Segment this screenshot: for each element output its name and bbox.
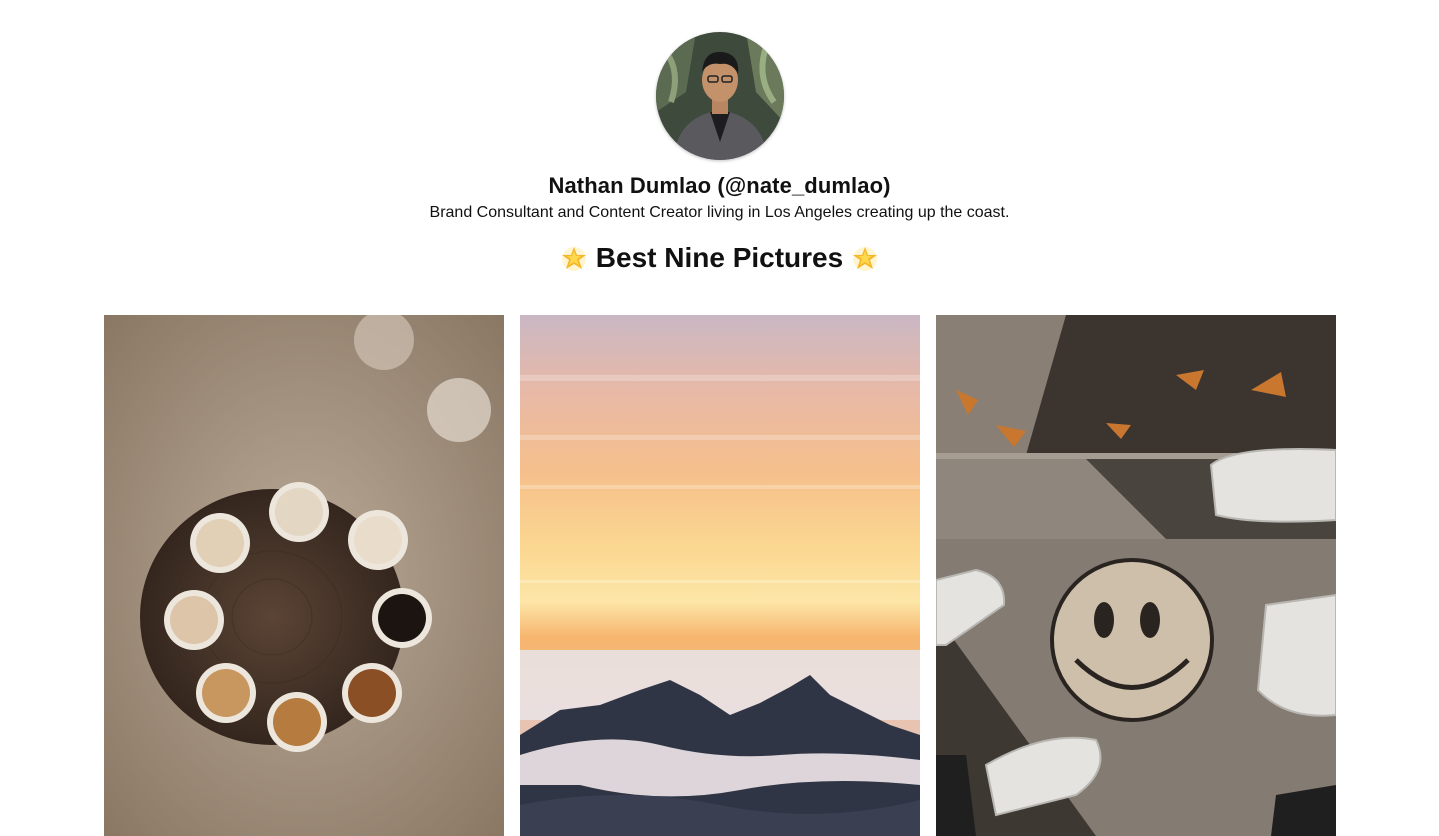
glowing-star-icon	[560, 244, 588, 272]
photo-tile-sunset[interactable]	[520, 315, 920, 836]
photo-sunset-mountains	[520, 315, 920, 836]
glowing-star-icon	[851, 244, 879, 272]
avatar[interactable]	[655, 32, 784, 160]
page: Nathan Dumlao (@nate_dumlao) Brand Consu…	[0, 0, 1439, 836]
photo-grid	[104, 315, 1336, 836]
photo-sneakers-smiley	[936, 315, 1336, 836]
profile-name: Nathan Dumlao (@nate_dumlao)	[548, 173, 891, 198]
profile-header: Nathan Dumlao (@nate_dumlao) Brand Consu…	[0, 32, 1439, 276]
profile-bio: Brand Consultant and Content Creator liv…	[429, 204, 1010, 221]
photo-coffee-cups	[104, 315, 504, 836]
section-heading: Best Nine Pictures	[0, 240, 1439, 276]
photo-tile-coffee[interactable]	[104, 315, 504, 836]
section-title: Best Nine Pictures	[595, 242, 844, 273]
avatar-image	[655, 32, 784, 160]
photo-tile-sneakers[interactable]	[936, 315, 1336, 836]
